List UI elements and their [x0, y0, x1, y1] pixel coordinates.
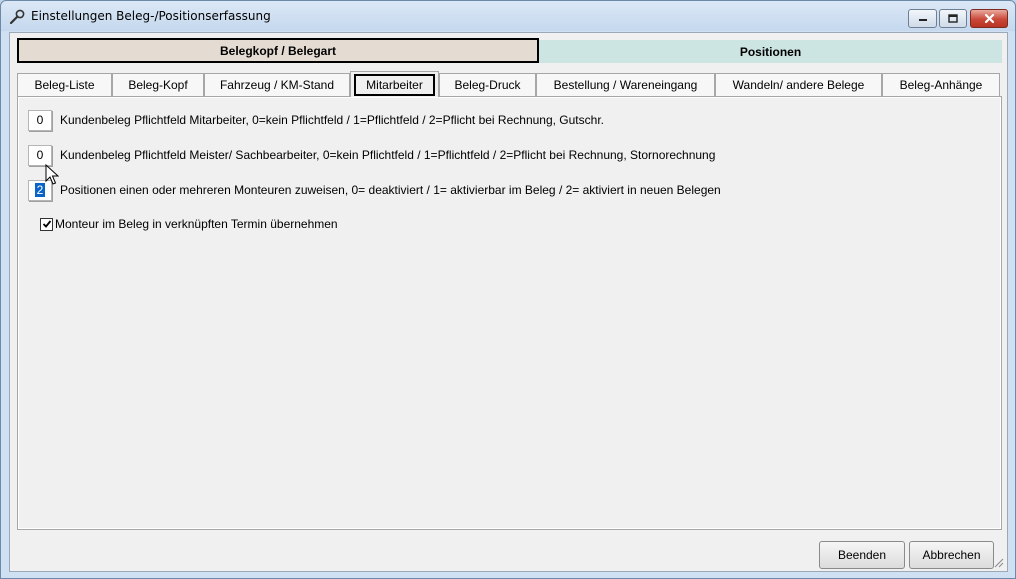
beenden-button[interactable]: Beenden	[819, 541, 905, 569]
tab-label: Beleg-Anhänge	[899, 78, 983, 92]
tab-label: Mitarbeiter	[354, 73, 435, 96]
setting-label: Positionen einen oder mehreren Monteuren…	[60, 183, 721, 197]
window-title: Einstellungen Beleg-/Positionserfassung	[31, 9, 271, 23]
resize-grip-icon[interactable]	[993, 557, 1004, 568]
client-area: Belegkopf / Belegart Positionen Beleg-Li…	[9, 32, 1008, 572]
wrench-icon	[9, 9, 25, 25]
close-button[interactable]	[970, 9, 1008, 28]
maximize-icon	[948, 14, 958, 23]
title-bar: Einstellungen Beleg-/Positionserfassung	[1, 1, 1015, 31]
tab-label: Bestellung / Wareneingang	[553, 78, 698, 92]
tab-beleg-druck[interactable]: Beleg-Druck	[439, 73, 536, 96]
setting-row-monteure: 2 Positionen einen oder mehreren Monteur…	[28, 179, 721, 201]
tab-label: Beleg-Kopf	[128, 78, 188, 92]
setting-row-pflichtfeld-mitarbeiter: 0 Kundenbeleg Pflichtfeld Mitarbeiter, 0…	[28, 109, 604, 131]
monteur-termin-checkbox[interactable]	[40, 217, 53, 231]
tab-panel-mitarbeiter: 0 Kundenbeleg Pflichtfeld Mitarbeiter, 0…	[17, 96, 1002, 530]
numbox-value: 2	[34, 183, 46, 197]
tab-mitarbeiter[interactable]: Mitarbeiter	[350, 71, 439, 97]
numbox-value: 0	[36, 113, 44, 127]
pflichtfeld-mitarbeiter-input[interactable]: 0	[28, 109, 52, 131]
tab-wandeln-andere-belege[interactable]: Wandeln/ andere Belege	[715, 73, 882, 96]
minimize-button[interactable]	[908, 9, 937, 28]
setting-label: Kundenbeleg Pflichtfeld Mitarbeiter, 0=k…	[60, 113, 604, 127]
tab-strip: Beleg-Liste Beleg-Kopf Fahrzeug / KM-Sta…	[17, 71, 1002, 97]
tab-beleg-anhaenge[interactable]: Beleg-Anhänge	[882, 73, 1000, 96]
abbrechen-button[interactable]: Abbrechen	[909, 541, 994, 569]
tab-label: Wandeln/ andere Belege	[732, 78, 865, 92]
tab-label: Beleg-Liste	[34, 78, 95, 92]
tab-beleg-kopf[interactable]: Beleg-Kopf	[112, 73, 204, 96]
checkbox-label: Monteur im Beleg in verknüpften Termin ü…	[55, 217, 338, 231]
tab-label: Fahrzeug / KM-Stand	[219, 78, 335, 92]
tab-label: Beleg-Druck	[454, 78, 521, 92]
maximize-button[interactable]	[939, 9, 967, 28]
header-tab-positionen[interactable]: Positionen	[539, 40, 1002, 63]
setting-label: Kundenbeleg Pflichtfeld Meister/ Sachbea…	[60, 148, 716, 162]
settings-window: Einstellungen Beleg-/Positionserfassung …	[0, 0, 1016, 579]
tab-beleg-liste[interactable]: Beleg-Liste	[17, 73, 112, 96]
setting-row-pflichtfeld-meister: 0 Kundenbeleg Pflichtfeld Meister/ Sachb…	[28, 144, 715, 166]
minimize-icon	[918, 18, 927, 21]
tab-fahrzeug-km-stand[interactable]: Fahrzeug / KM-Stand	[204, 73, 350, 96]
close-icon	[984, 13, 994, 24]
numbox-value: 0	[36, 148, 44, 162]
pflichtfeld-meister-input[interactable]: 0	[28, 144, 52, 166]
header-tab-belegkopf[interactable]: Belegkopf / Belegart	[17, 38, 539, 63]
mouse-cursor-icon	[45, 164, 59, 185]
checkbox-row-monteur-termin: Monteur im Beleg in verknüpften Termin ü…	[40, 217, 338, 231]
checkmark-icon	[42, 220, 51, 228]
tab-bestellung-wareneingang[interactable]: Bestellung / Wareneingang	[536, 73, 715, 96]
